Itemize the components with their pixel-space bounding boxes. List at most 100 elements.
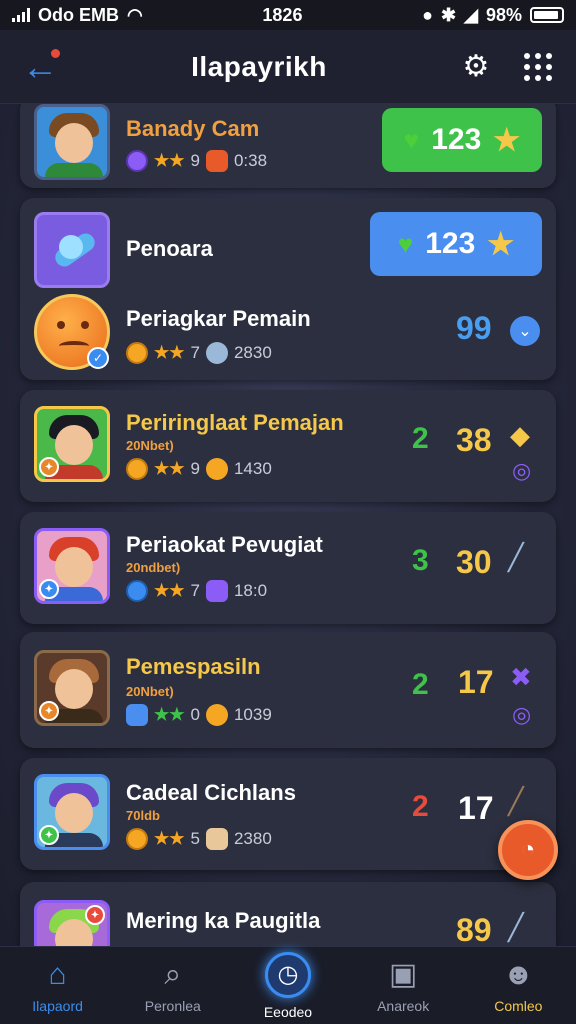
settings-button[interactable]: ⚙: [456, 47, 496, 87]
player-stats: ★★ 7 2830: [126, 342, 272, 364]
player-stats: ★★ 0 1039: [126, 704, 272, 726]
menu-button[interactable]: [518, 47, 558, 87]
list-item[interactable]: ✦ Mering ka Paugitla 89 ╱: [20, 882, 556, 946]
potion-icon: [205, 580, 228, 602]
list-item[interactable]: Banady Cam ★★ 9 0:38 ♥ 123 ★: [20, 104, 556, 188]
stat-value: 0:38: [233, 151, 268, 170]
leaderboard-list: Banady Cam ★★ 9 0:38 ♥ 123 ★ Penoara ♥ 1…: [0, 104, 576, 946]
avatar-face: [55, 425, 93, 465]
app-header: ← Ilapayrikh ⚙: [0, 30, 576, 104]
avatar: ✦: [34, 774, 110, 850]
trend-indicator: 2: [412, 422, 429, 455]
star-count: 0: [190, 705, 200, 724]
star-icon: ★: [487, 227, 515, 261]
nav-item-camera[interactable]: ▣ Anareok: [348, 958, 458, 1014]
star-count: 7: [190, 581, 200, 600]
heart-icon: ♥: [397, 228, 414, 259]
star-count: 5: [190, 829, 200, 848]
player-subtitle: 70ldb: [126, 808, 160, 823]
box-icon: [126, 704, 148, 726]
status-left: Odo EMB ◠: [12, 5, 143, 26]
nav-item-search[interactable]: ⌕ Peronlea: [118, 958, 228, 1014]
score-pill[interactable]: ♥ 123 ★: [382, 108, 542, 172]
nav-item-profile[interactable]: ☻ Comleo: [463, 958, 573, 1014]
chat-fab-button[interactable]: ◔: [498, 820, 558, 880]
list-item[interactable]: ✦ Periaokat Pevugiat 20ndbet) ★★ 7 18:0 …: [20, 512, 556, 624]
avatar: [34, 104, 110, 180]
player-stats: ★★ 5 2380: [126, 828, 272, 850]
list-item[interactable]: ✦ Pemespasiln 20Nbet) ★★ 0 1039 2 17 ✖ ◎: [20, 632, 556, 748]
player-name: Periaokat Pevugiat: [126, 532, 323, 557]
ring-icon: ◎: [512, 702, 532, 727]
star-icon: ★★: [154, 343, 185, 362]
chevron-down-icon[interactable]: ⌄: [510, 316, 540, 346]
rank-badge-icon: ✦: [85, 905, 105, 925]
stat-value: 2380: [233, 829, 272, 848]
score-value: 123: [431, 123, 482, 156]
star-icon: ★★: [154, 459, 185, 478]
bag-icon: [205, 704, 228, 726]
signal-strength-icon: ◢: [464, 4, 478, 25]
ring-icon: ◎: [512, 458, 532, 483]
stat-value: 2830: [233, 343, 272, 362]
score-value: 17: [458, 664, 494, 700]
avatar: ✦: [34, 406, 110, 482]
avatar-face: [55, 547, 93, 587]
battery-percent: 98%: [485, 4, 522, 25]
bluetooth-icon: ✱: [441, 4, 457, 25]
star-icon: ★★: [154, 829, 185, 848]
coin-icon: [126, 458, 148, 480]
player-subtitle: 20Nbet): [126, 684, 174, 699]
player-subtitle: 20Nbet): [126, 438, 174, 453]
nav-label: Anareok: [377, 997, 430, 1014]
rank-badge-icon: ✦: [39, 701, 59, 721]
player-name: Periagkar Pemain: [126, 306, 311, 331]
coin-icon: [126, 342, 148, 364]
heart-icon: ♥: [403, 124, 420, 155]
avatar-face: [55, 123, 93, 163]
player-name: Penoara: [126, 236, 213, 261]
sad-face-icon: ✓: [34, 294, 110, 370]
list-item[interactable]: ✦ Periringlaat Pemajan 20Nbet) ★★ 9 1430…: [20, 390, 556, 502]
coin-icon: [126, 580, 148, 602]
star-count: 9: [190, 459, 200, 478]
player-name: Periringlaat Pemajan: [126, 410, 344, 435]
wand-icon: ╱: [508, 786, 524, 816]
score-value: 89: [456, 912, 492, 946]
rank-badge-icon: ✦: [39, 579, 59, 599]
list-item[interactable]: Penoara ♥ 123 ★ ✓ Periagkar Pemain ★★ 7 …: [20, 198, 556, 380]
bottom-nav: ⌂ Ilapaord ⌕ Peronlea ◷ Eeodeo ▣ Anareok…: [0, 946, 576, 1024]
avatar-face: [55, 793, 93, 833]
nav-item-compass[interactable]: ◷ Eeodeo: [233, 951, 343, 1020]
compass-icon: ◷: [264, 951, 311, 998]
player-stats: ★★ 9 0:38: [126, 150, 267, 172]
list-item[interactable]: ✦ Cadeal Cichlans 70ldb ★★ 5 2380 2 17 ╱: [20, 758, 556, 870]
x-icon: ✖: [510, 662, 532, 692]
battery-icon: [529, 7, 564, 23]
avatar: ✦: [34, 650, 110, 726]
score-pill[interactable]: ♥ 123 ★: [370, 212, 542, 276]
avatar: ✦: [34, 900, 110, 946]
nav-item-home[interactable]: ⌂ Ilapaord: [3, 958, 113, 1014]
level-coin-icon: [126, 150, 148, 172]
brush-icon: ╱: [508, 542, 524, 572]
avatar-face: [55, 669, 93, 709]
carrier-label: Odo EMB: [38, 4, 119, 25]
stat-value: 1039: [233, 705, 272, 724]
back-button[interactable]: ←: [18, 45, 62, 89]
bell-icon: [205, 342, 228, 364]
gem-icon: ◆: [510, 420, 530, 450]
header-actions: ⚙: [456, 47, 558, 87]
player-name: Banady Cam: [126, 116, 260, 141]
profile-icon: ☻: [502, 957, 535, 991]
nav-label: Peronlea: [144, 997, 201, 1014]
rank-badge-icon: ✦: [39, 457, 59, 477]
check-icon: ✓: [87, 347, 109, 369]
pot-icon: [205, 458, 228, 480]
score-value: 17: [458, 790, 494, 826]
star-count: 9: [190, 151, 200, 170]
clock: 1826: [262, 4, 303, 25]
wifi-icon: ◠: [127, 4, 143, 25]
stat-value: 1430: [233, 459, 272, 478]
player-name: Cadeal Cichlans: [126, 780, 296, 805]
